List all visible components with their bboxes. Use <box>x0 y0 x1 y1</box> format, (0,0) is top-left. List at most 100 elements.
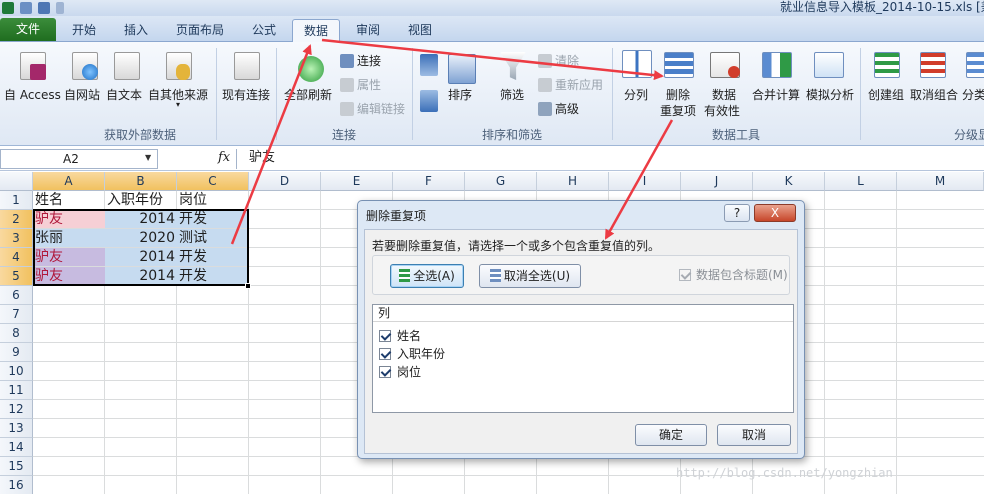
checkbox-icon[interactable] <box>379 365 391 378</box>
row-header[interactable]: 14 <box>0 438 33 457</box>
cell-a1[interactable]: 姓名 <box>33 191 105 209</box>
consolidate-icon <box>762 52 792 78</box>
ribbon-separator <box>216 48 217 140</box>
row-header[interactable]: 12 <box>0 400 33 419</box>
from-access-button[interactable]: 自 Access <box>4 86 61 103</box>
row-header[interactable]: 8 <box>0 324 33 343</box>
ungroup-button[interactable]: 取消组合 <box>910 86 958 103</box>
tab-view[interactable]: 视图 <box>398 19 442 42</box>
consolidate-button[interactable]: 合并计算 <box>752 86 800 103</box>
row-header[interactable]: 1 <box>0 191 33 210</box>
column-checkbox-item[interactable]: 入职年份 <box>379 345 445 362</box>
clear-button[interactable]: 清除 <box>538 52 579 69</box>
row-header[interactable]: 13 <box>0 419 33 438</box>
existing-connections-button[interactable]: 现有连接 <box>222 86 270 103</box>
select-all-corner[interactable] <box>0 172 33 191</box>
formula-input[interactable]: 驴友 <box>236 149 984 169</box>
data-validation-line1[interactable]: 数据 <box>712 86 736 103</box>
advanced-button[interactable]: 高级 <box>538 100 579 117</box>
checkbox-icon[interactable] <box>379 347 391 360</box>
refresh-all-button[interactable]: 全部刷新 <box>284 86 332 103</box>
row-header[interactable]: 3 <box>0 229 33 248</box>
selection-buttons-panel: 全选(A) 取消全选(U) 数据包含标题(M) <box>372 255 790 295</box>
properties-button[interactable]: 属性 <box>340 76 381 93</box>
name-box-dropdown-icon[interactable]: ▼ <box>145 153 151 162</box>
checkbox-icon[interactable] <box>379 329 391 342</box>
tab-file[interactable]: 文件 <box>0 18 56 41</box>
from-text-button[interactable]: 自文本 <box>106 86 142 103</box>
group-label-get-external: 获取外部数据 <box>104 128 177 142</box>
name-box[interactable]: A2 <box>0 149 158 169</box>
row-header[interactable]: 11 <box>0 381 33 400</box>
column-header[interactable]: B <box>105 172 177 191</box>
column-header[interactable]: E <box>321 172 393 191</box>
from-web-button[interactable]: 自网站 <box>64 86 100 103</box>
remove-duplicates-line2[interactable]: 重复项 <box>660 102 696 119</box>
column-header[interactable]: G <box>465 172 537 191</box>
row-header[interactable]: 10 <box>0 362 33 381</box>
select-all-icon <box>399 269 411 282</box>
select-all-button[interactable]: 全选(A) <box>390 264 464 288</box>
fill-handle[interactable] <box>245 283 251 289</box>
data-validation-line2[interactable]: 有效性 <box>704 102 740 119</box>
tab-formulas[interactable]: 公式 <box>242 19 286 42</box>
subtotal-button[interactable]: 分类 <box>962 86 984 103</box>
tab-home[interactable]: 开始 <box>62 19 106 42</box>
column-checkbox-item[interactable]: 姓名 <box>379 327 421 344</box>
column-header[interactable]: M <box>897 172 984 191</box>
row-header[interactable]: 9 <box>0 343 33 362</box>
filter-button[interactable]: 筛选 <box>500 86 524 103</box>
cell-b1[interactable]: 入职年份 <box>105 191 177 209</box>
qat-dropdown-icon[interactable] <box>56 2 64 14</box>
column-label: 入职年份 <box>397 347 446 361</box>
connections-button[interactable]: 连接 <box>340 52 381 69</box>
remove-duplicates-dialog: 删除重复项 ? X 若要删除重复值，请选择一个或多个包含重复值的列。 全选(A)… <box>357 200 805 459</box>
save-icon[interactable] <box>20 2 32 14</box>
column-header[interactable]: C <box>177 172 249 191</box>
insert-function-button[interactable]: fx <box>218 150 230 165</box>
ribbon-separator <box>412 48 413 140</box>
reapply-label: 重新应用 <box>555 78 604 92</box>
column-header[interactable]: D <box>249 172 321 191</box>
what-if-analysis-button[interactable]: 模拟分析 <box>806 86 854 103</box>
row-header[interactable]: 15 <box>0 457 33 476</box>
tab-review[interactable]: 审阅 <box>346 19 390 42</box>
column-checkbox-item[interactable]: 岗位 <box>379 363 421 380</box>
database-icon <box>176 64 190 80</box>
sort-button[interactable]: 排序 <box>448 86 472 103</box>
row-header[interactable]: 4 <box>0 248 33 267</box>
header-checkbox[interactable]: 数据包含标题(M) <box>679 266 788 283</box>
row-header[interactable]: 2 <box>0 210 33 229</box>
columns-list[interactable]: 列 姓名 入职年份 岗位 <box>372 304 794 413</box>
existing-connections-icon <box>234 52 260 80</box>
cancel-button[interactable]: 取消 <box>717 424 791 446</box>
column-header[interactable]: L <box>825 172 897 191</box>
row-header[interactable]: 6 <box>0 286 33 305</box>
tab-data[interactable]: 数据 <box>292 19 340 42</box>
group-button[interactable]: 创建组 <box>868 86 904 103</box>
remove-duplicates-line1[interactable]: 删除 <box>666 86 690 103</box>
column-header[interactable]: K <box>753 172 825 191</box>
column-header[interactable]: F <box>393 172 465 191</box>
row-header[interactable]: 5 <box>0 267 33 286</box>
reapply-button[interactable]: 重新应用 <box>538 76 603 93</box>
refresh-all-icon <box>298 56 324 82</box>
ok-button[interactable]: 确定 <box>635 424 707 446</box>
column-header[interactable]: H <box>537 172 609 191</box>
undo-icon[interactable] <box>38 2 50 14</box>
column-header[interactable]: J <box>681 172 753 191</box>
tab-insert[interactable]: 插入 <box>114 19 158 42</box>
help-button[interactable]: ? <box>724 204 750 222</box>
tab-page-layout[interactable]: 页面布局 <box>168 19 232 42</box>
cell-c1[interactable]: 岗位 <box>177 191 249 209</box>
text-to-columns-button[interactable]: 分列 <box>624 86 648 103</box>
close-button[interactable]: X <box>754 204 796 222</box>
unselect-all-button[interactable]: 取消全选(U) <box>479 264 581 288</box>
column-header[interactable]: I <box>609 172 681 191</box>
column-header[interactable]: A <box>33 172 105 191</box>
edit-links-icon <box>340 101 354 116</box>
what-if-icon <box>814 52 844 78</box>
row-header[interactable]: 7 <box>0 305 33 324</box>
row-header[interactable]: 16 <box>0 476 33 494</box>
edit-links-button[interactable]: 编辑链接 <box>340 100 405 117</box>
